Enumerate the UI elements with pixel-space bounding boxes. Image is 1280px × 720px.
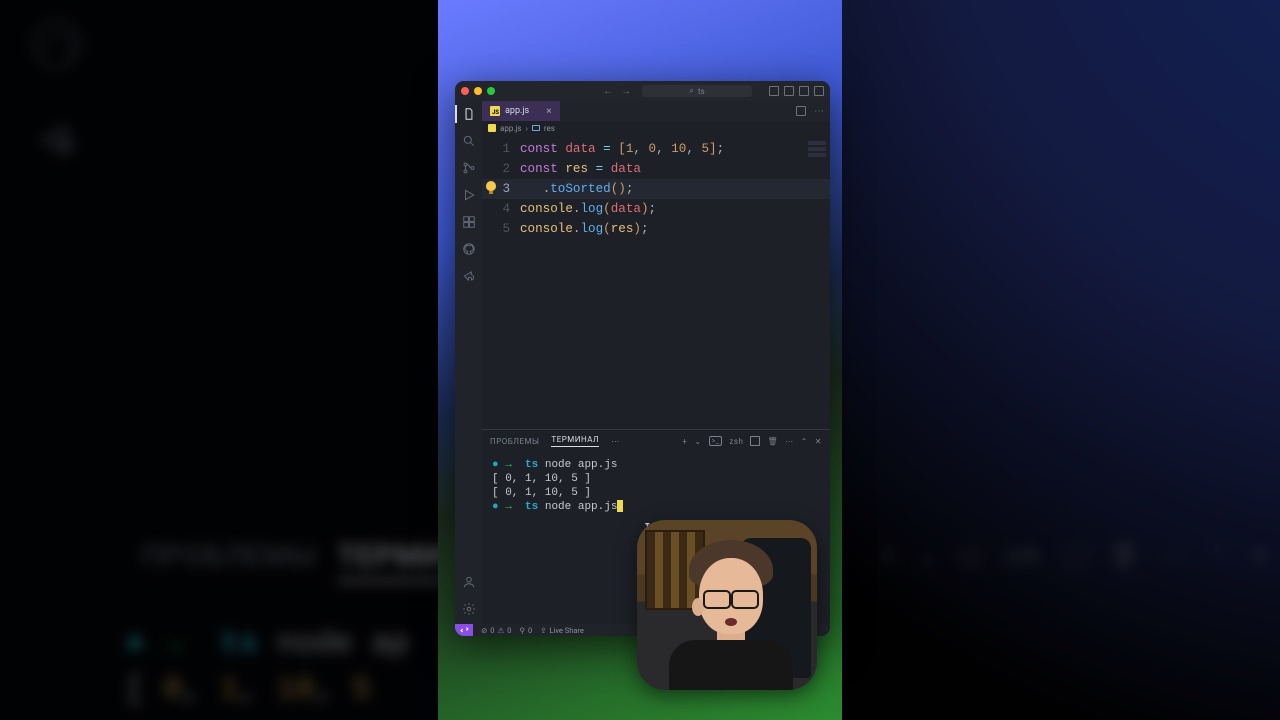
nav-forward-icon[interactable]: → (621, 86, 631, 97)
layout-customize-icon[interactable] (814, 86, 824, 96)
github-icon (31, 19, 81, 69)
problems-indicator[interactable]: ⊘0⚠0 (481, 626, 511, 635)
tab-label: app.js (505, 106, 529, 116)
editor-tabs: JS app.js × ⋯ (482, 101, 830, 121)
webcam-overlay (637, 520, 817, 690)
js-file-icon: JS (490, 106, 500, 116)
search-icon[interactable] (462, 134, 476, 148)
terminal-profile-icon[interactable]: >_ (709, 436, 723, 446)
layout-left-icon[interactable] (769, 86, 779, 96)
bg-tab-problems: ПРОБЛЕМЫ (141, 539, 316, 574)
tab-close-icon[interactable]: × (546, 106, 551, 117)
search-icon: ⌕ (689, 86, 693, 96)
extensions-icon[interactable] (462, 215, 476, 229)
window-titlebar[interactable]: ← → ⌕ts (455, 81, 830, 101)
panel-more-icon[interactable]: ⋯ (611, 437, 620, 446)
shell-label: zsh (729, 437, 743, 446)
github-icon[interactable] (462, 242, 476, 256)
lightbulb-icon[interactable] (486, 181, 496, 191)
accounts-icon[interactable] (462, 575, 476, 589)
command-center[interactable]: ⌕ts (642, 85, 752, 97)
breadcrumbs[interactable]: app.js › res (482, 121, 830, 135)
kill-terminal-icon[interactable]: 🗑 (767, 437, 778, 446)
panel-overflow-icon[interactable]: ⋯ (785, 437, 794, 446)
settings-gear-icon[interactable] (462, 602, 476, 616)
more-actions-icon[interactable]: ⋯ (814, 106, 824, 117)
split-terminal-icon[interactable] (750, 436, 760, 446)
tab-app-js[interactable]: JS app.js × (482, 101, 560, 121)
split-editor-icon[interactable] (796, 106, 806, 116)
new-terminal-icon[interactable]: + (682, 437, 687, 446)
panel-tab-problems[interactable]: ПРОБЛЕМЫ (490, 437, 539, 446)
maximize-panel-icon[interactable]: ⌃ (801, 437, 808, 446)
window-zoom-icon[interactable] (487, 87, 495, 95)
minimap[interactable] (808, 141, 826, 163)
activity-bar (455, 101, 482, 624)
js-file-icon (488, 124, 496, 132)
layout-bottom-icon[interactable] (784, 86, 794, 96)
remote-indicator[interactable] (455, 624, 473, 636)
bg-shell-label: zsh (1004, 544, 1040, 570)
live-share-status[interactable]: ⇪Live Share (540, 626, 584, 635)
source-control-icon[interactable] (462, 161, 476, 175)
explorer-icon[interactable] (462, 107, 476, 121)
panel-tab-terminal[interactable]: ТЕРМИНАЛ (551, 435, 599, 447)
live-share-icon[interactable] (462, 269, 476, 283)
terminal-cursor (617, 500, 623, 512)
layout-right-icon[interactable] (799, 86, 809, 96)
bg-trash-icon: 🗑 (1110, 544, 1139, 570)
close-panel-icon[interactable]: ✕ (815, 437, 822, 446)
run-debug-icon[interactable] (462, 188, 476, 202)
code-editor[interactable]: 1const data = [1, 0, 10, 5]; 2const res … (482, 135, 830, 429)
nav-back-icon[interactable]: ← (603, 86, 613, 97)
window-close-icon[interactable] (461, 87, 469, 95)
variable-icon (532, 125, 540, 131)
terminal-dropdown-icon[interactable]: ⌄ (694, 437, 701, 446)
radio-indicator[interactable]: ⚲0 (519, 626, 532, 635)
share-icon (36, 119, 78, 161)
bg-terminal-preview: ● → ts node ap [ 0, 1, 10, 5 (126, 623, 410, 714)
window-minimize-icon[interactable] (474, 87, 482, 95)
